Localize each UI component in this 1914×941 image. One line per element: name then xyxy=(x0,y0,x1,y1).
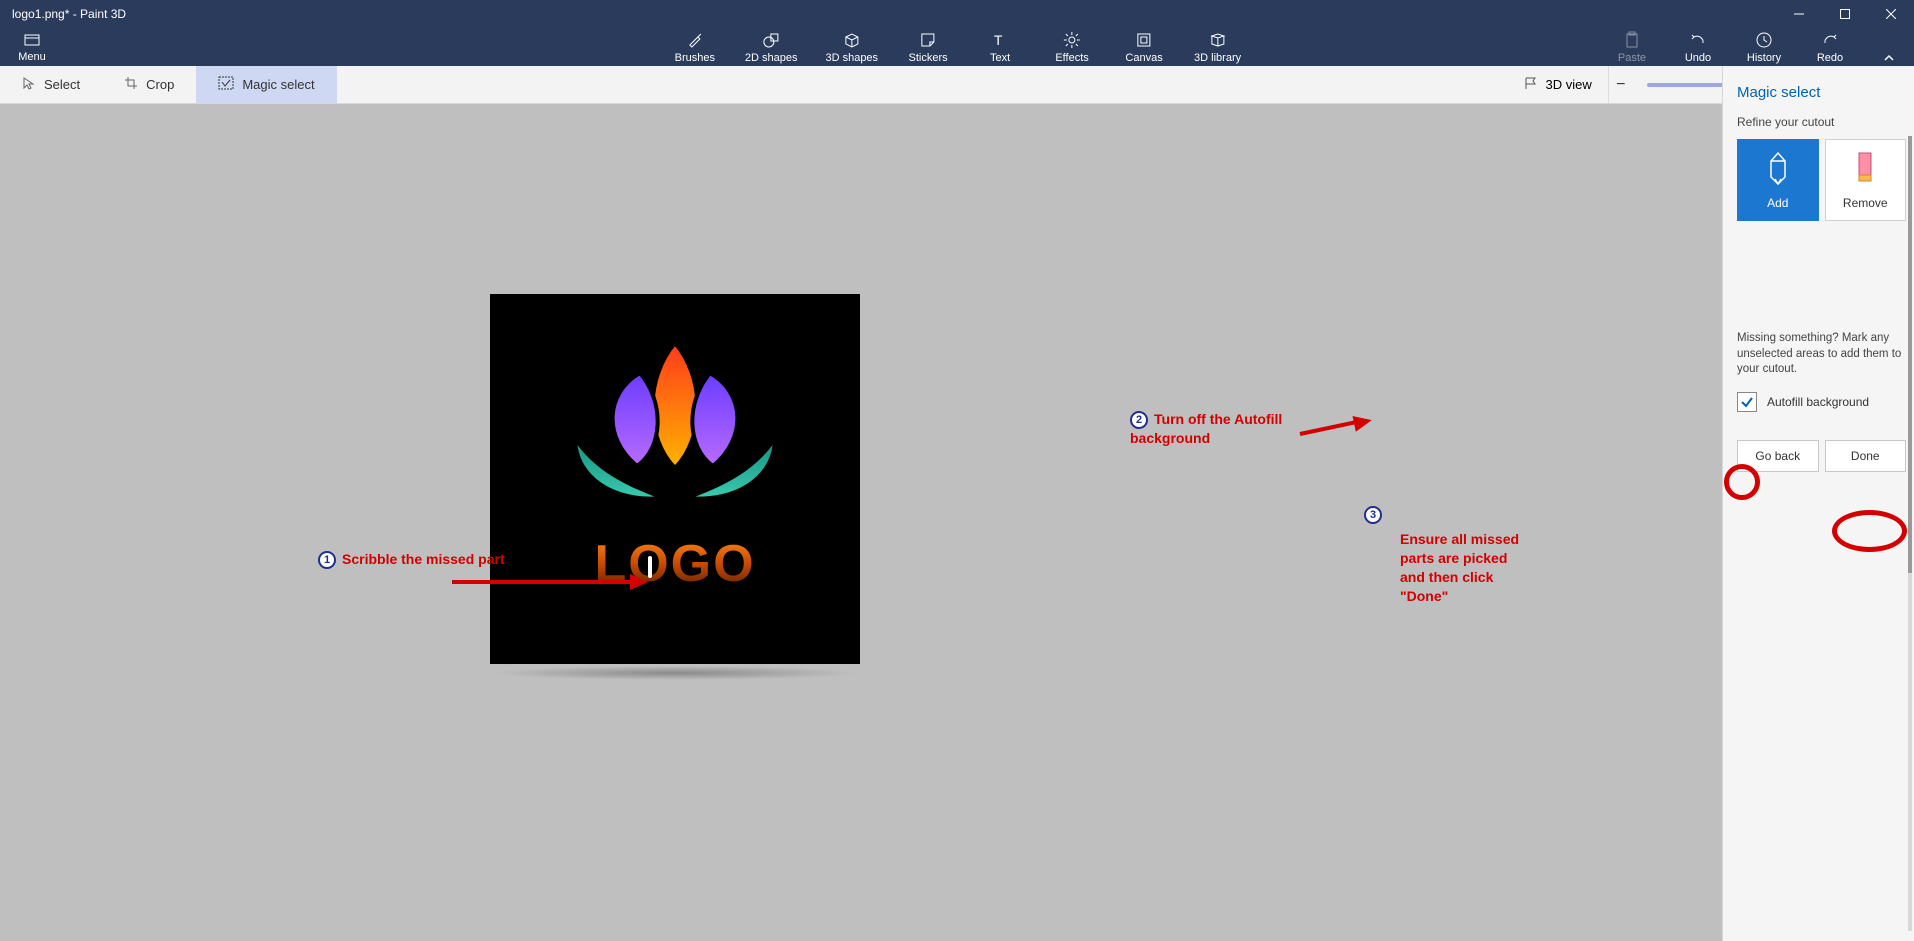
tool-paste: Paste xyxy=(1610,31,1654,64)
canvas-shadow xyxy=(490,666,860,680)
eraser-icon xyxy=(1855,151,1875,188)
panel-scroll-thumb[interactable] xyxy=(1908,136,1912,573)
sticker-icon xyxy=(919,31,937,49)
flag-icon xyxy=(1524,76,1538,93)
shape3d-icon xyxy=(843,31,861,49)
view-3d-button[interactable]: 3D view xyxy=(1508,66,1609,103)
add-tool[interactable]: Add xyxy=(1737,139,1819,221)
annotation-3-ellipse xyxy=(1832,510,1907,552)
select-button[interactable]: Select xyxy=(0,66,102,103)
tool-canvas[interactable]: Canvas xyxy=(1122,31,1166,64)
panel-scrollbar[interactable] xyxy=(1908,136,1912,931)
zoom-out-button[interactable]: − xyxy=(1609,73,1633,97)
tool-text[interactable]: TText xyxy=(978,31,1022,64)
text-icon: T xyxy=(991,31,1009,49)
tool-stickers[interactable]: Stickers xyxy=(906,31,950,64)
toolbar: Select Crop Magic select 3D view − + 200… xyxy=(0,66,1914,104)
canvas-image[interactable]: LOGO xyxy=(490,294,860,664)
logo-text: LOGO xyxy=(594,534,755,594)
window-title: logo1.png* - Paint 3D xyxy=(12,7,126,21)
magic-select-icon xyxy=(218,76,234,93)
paste-icon xyxy=(1623,31,1641,49)
collapse-ribbon-button[interactable] xyxy=(1874,52,1904,64)
shape2d-icon xyxy=(762,31,780,49)
panel-title: Magic select xyxy=(1737,84,1906,101)
autofill-checkbox[interactable] xyxy=(1737,392,1757,412)
library-icon xyxy=(1209,31,1227,49)
cursor-icon xyxy=(22,76,36,93)
undo-icon xyxy=(1689,31,1707,49)
autofill-label: Autofill background xyxy=(1767,395,1869,409)
tool-history[interactable]: History xyxy=(1742,31,1786,64)
panel-subhead: Refine your cutout xyxy=(1737,115,1906,129)
magic-select-button[interactable]: Magic select xyxy=(196,66,336,103)
menu-button[interactable]: Menu xyxy=(0,28,64,66)
canvas-area[interactable]: LOGO xyxy=(0,104,1722,941)
annotation-1-arrowhead xyxy=(630,574,648,590)
minimize-button[interactable] xyxy=(1776,0,1822,28)
redo-icon xyxy=(1821,31,1839,49)
history-icon xyxy=(1755,31,1773,49)
ribbon: Menu Brushes 2D shapes 3D shapes Sticker… xyxy=(0,28,1914,66)
tool-3d-shapes[interactable]: 3D shapes xyxy=(825,31,878,64)
maximize-button[interactable] xyxy=(1822,0,1868,28)
autofill-checkbox-row[interactable]: Autofill background xyxy=(1737,392,1906,412)
done-button[interactable]: Done xyxy=(1825,440,1907,472)
tool-redo[interactable]: Redo xyxy=(1808,31,1852,64)
tool-undo[interactable]: Undo xyxy=(1676,31,1720,64)
menu-icon xyxy=(23,31,41,49)
svg-text:T: T xyxy=(994,32,1003,48)
annotation-1-arrow xyxy=(452,580,636,584)
ribbon-tools: Brushes 2D shapes 3D shapes Stickers TTe… xyxy=(673,28,1241,66)
panel-hint: Missing something? Mark any unselected a… xyxy=(1737,331,1906,378)
effects-icon xyxy=(1063,31,1081,49)
tool-brushes[interactable]: Brushes xyxy=(673,31,717,64)
crop-button[interactable]: Crop xyxy=(102,66,196,103)
scribble-mark xyxy=(648,556,652,578)
pencil-add-icon xyxy=(1765,151,1791,188)
annotation-2-ellipse xyxy=(1724,464,1760,500)
remove-tool[interactable]: Remove xyxy=(1825,139,1907,221)
crop-icon xyxy=(124,76,138,93)
lotus-graphic xyxy=(545,338,805,518)
title-bar: logo1.png* - Paint 3D xyxy=(0,0,1914,28)
tool-effects[interactable]: Effects xyxy=(1050,31,1094,64)
close-button[interactable] xyxy=(1868,0,1914,28)
canvas-icon xyxy=(1135,31,1153,49)
brush-icon xyxy=(686,31,704,49)
tool-3d-library[interactable]: 3D library xyxy=(1194,31,1241,64)
tool-2d-shapes[interactable]: 2D shapes xyxy=(745,31,798,64)
magic-select-panel: Magic select Refine your cutout Add Remo… xyxy=(1722,66,1914,941)
